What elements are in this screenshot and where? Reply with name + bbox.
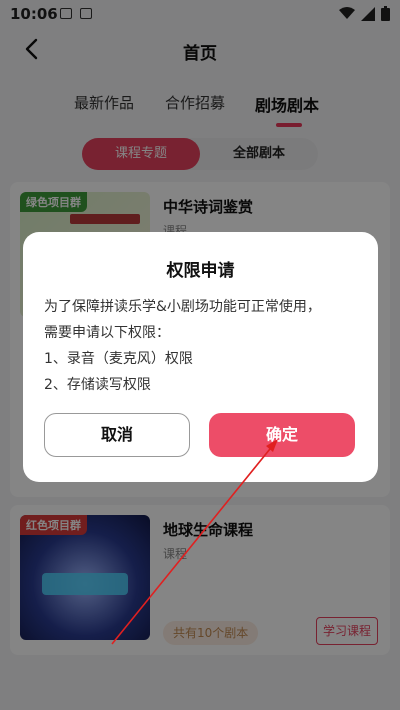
permission-dialog: 权限申请 为了保障拼读乐学&小剧场功能可正常使用， 需要申请以下权限： 1、录音… — [23, 232, 378, 482]
confirm-button[interactable]: 确定 — [209, 413, 355, 457]
cancel-button[interactable]: 取消 — [44, 413, 190, 457]
dialog-line: 为了保障拼读乐学&小剧场功能可正常使用， — [44, 299, 321, 315]
dialog-line: 需要申请以下权限： — [44, 325, 170, 341]
dialog-message: 为了保障拼读乐学&小剧场功能可正常使用， 需要申请以下权限： 1、录音（麦克风）… — [44, 294, 362, 398]
dialog-line: 2、存储读写权限 — [44, 377, 151, 393]
dialog-title: 权限申请 — [166, 261, 235, 281]
dialog-line: 1、录音（麦克风）权限 — [44, 351, 193, 367]
